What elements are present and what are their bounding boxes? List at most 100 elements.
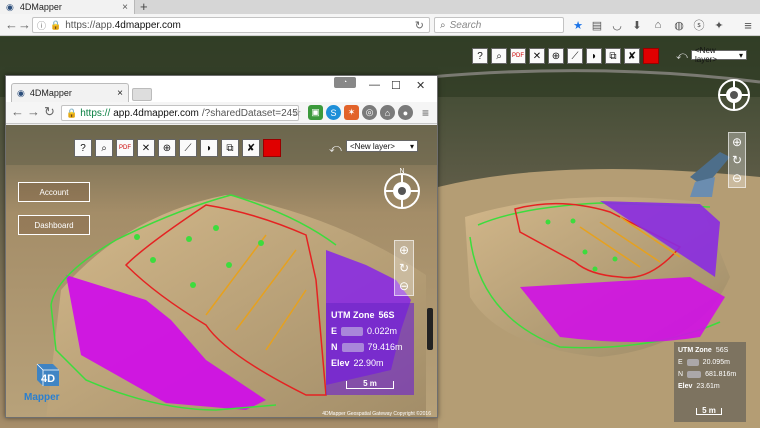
rotate-icon[interactable]: ↻ <box>399 259 409 277</box>
extension-gray-icon[interactable]: ◎ <box>362 105 377 120</box>
home-icon[interactable]: ⌂ <box>650 17 666 33</box>
help-icon[interactable]: ? <box>74 139 92 157</box>
tools-icon[interactable]: ✕ <box>529 48 545 64</box>
outer-elev-row: Elev 23.61m <box>678 383 742 390</box>
dropdown-arrow-icon: ▾ <box>738 50 743 60</box>
bookmark-star-icon[interactable]: ★ <box>570 17 586 33</box>
inner-address-bar[interactable]: 🔒 https://app.4dmapper.com/?sharedDatase… <box>61 105 299 121</box>
inner-map-view[interactable]: ? ⌕ PDF ✕ ⊕ ⟋ ◗ ⧉ ✘ ⤺ <New layer> ▾ N Acc… <box>6 125 437 417</box>
outer-elev-value: 23.61m <box>696 383 720 390</box>
lock-icon: 🔒 <box>50 19 62 30</box>
maximize-icon[interactable]: ☐ <box>391 79 401 92</box>
tools-icon[interactable]: ✕ <box>137 139 155 157</box>
inner-elev-label: Elev <box>331 358 350 368</box>
bookmark-star-icon[interactable]: ☆ <box>289 105 304 120</box>
rotate-icon[interactable]: ↻ <box>732 151 742 169</box>
skype-icon[interactable]: S <box>326 105 341 120</box>
search-icon[interactable]: ⌕ <box>491 48 507 64</box>
inner-coordinate-panel: UTM Zone 56S E 0.022m N 79.416m Elev 22.90m … <box>326 303 414 395</box>
extension-icon[interactable]: ✦ <box>711 17 727 33</box>
outer-easting-row: E 20.095m <box>678 359 742 366</box>
window-resize-handle[interactable] <box>427 308 433 350</box>
reading-list-icon[interactable]: ▤ <box>589 17 605 33</box>
outer-zoom-controls: ⊕ ↻ ⊖ <box>728 132 746 188</box>
menu-icon[interactable]: ≡ <box>418 105 433 120</box>
window-close-icon[interactable]: ✕ <box>416 79 425 92</box>
outer-compass-icon[interactable] <box>716 77 752 113</box>
point-icon[interactable]: ⊕ <box>158 139 176 157</box>
clear-icon[interactable]: ✘ <box>624 48 640 64</box>
back-arrow-icon[interactable]: ← <box>11 104 24 120</box>
forward-arrow-icon[interactable]: → <box>18 17 31 33</box>
brand-mapper-text: Mapper <box>24 392 60 403</box>
help-icon[interactable]: ? <box>472 48 488 64</box>
undo-arrow-icon[interactable]: ⤺ <box>329 141 342 156</box>
reload-icon[interactable]: ↻ <box>415 19 424 32</box>
extension-shield-icon[interactable]: ⌂ <box>380 105 395 120</box>
inner-new-tab-button[interactable] <box>132 88 152 101</box>
globe-icon: ◉ <box>6 1 14 12</box>
outer-zone-row: UTM Zone 56S <box>678 347 742 354</box>
outer-tab-strip: ◉ 4DMapper × + <box>0 0 760 14</box>
outer-tab-4dmapper[interactable]: ◉ 4DMapper × <box>0 0 135 14</box>
area-icon[interactable]: ◗ <box>586 48 602 64</box>
outer-layer-select[interactable]: <New layer> ▾ <box>691 46 747 64</box>
polyline-icon[interactable]: ⟋ <box>179 139 197 157</box>
outer-address-bar[interactable]: ⓘ 🔒 https://app.4dmapper.com ↻ <box>32 17 430 33</box>
back-arrow-icon[interactable]: ← <box>5 17 18 33</box>
record-icon[interactable] <box>643 48 659 64</box>
inner-elev-row: Elev 22.90m <box>331 358 409 368</box>
zoom-out-icon[interactable]: ⊖ <box>732 169 742 187</box>
inner-layer-select[interactable]: <New layer> ▾ <box>346 140 418 152</box>
menu-icon[interactable]: ≡ <box>740 17 756 33</box>
download-icon[interactable]: ⬇ <box>629 17 645 33</box>
outer-zone-value: 56S <box>715 347 729 354</box>
extension-green-icon[interactable]: ▣ <box>308 105 323 120</box>
minimize-icon[interactable]: — <box>369 79 380 91</box>
undo-arrow-icon[interactable]: ⤺ <box>676 50 688 63</box>
zoom-out-icon[interactable]: ⊖ <box>399 277 409 295</box>
skype-icon[interactable]: ⓢ <box>691 17 707 33</box>
inner-tab-4dmapper[interactable]: ◉ 4DMapper × <box>11 83 129 102</box>
inner-zone-value: 56S <box>378 310 395 320</box>
area-icon[interactable]: ◗ <box>200 139 218 157</box>
search-icon[interactable]: ⌕ <box>95 139 113 157</box>
forward-arrow-icon[interactable]: → <box>27 104 40 120</box>
polyline-icon[interactable]: ⟋ <box>567 48 583 64</box>
inner-url-scheme: https:// <box>80 107 111 119</box>
inner-elev-value: 22.90m <box>353 358 384 368</box>
reload-icon[interactable]: ↻ <box>44 104 55 120</box>
pdf-icon[interactable]: PDF <box>116 139 134 157</box>
outer-easting-value: 20.095m <box>702 359 730 366</box>
extension-circle-icon[interactable]: ● <box>398 105 413 120</box>
volume-icon[interactable]: ⧉ <box>221 139 239 157</box>
outer-search-input[interactable]: ⌕ Search <box>434 17 564 33</box>
profile-icon[interactable]: ◔ <box>334 77 356 88</box>
extension-orange-icon[interactable]: ✶ <box>344 105 359 120</box>
dropdown-arrow-icon: ▾ <box>409 141 414 151</box>
inner-zoom-controls: ⊕ ↻ ⊖ <box>394 240 414 296</box>
search-placeholder: Search <box>449 19 482 31</box>
pocket-icon[interactable]: ◡ <box>609 17 625 33</box>
account-button[interactable]: Account <box>18 182 90 202</box>
inner-northing-row: N 79.416m <box>331 342 409 352</box>
close-icon[interactable]: × <box>117 88 123 99</box>
inner-compass-icon[interactable]: N <box>381 165 423 211</box>
outer-url-text: https://app.4dmapper.com <box>65 19 181 31</box>
globe-icon: ◉ <box>17 87 25 98</box>
record-icon[interactable] <box>263 139 281 157</box>
svg-text:4D: 4D <box>41 373 55 385</box>
volume-icon[interactable]: ⧉ <box>605 48 621 64</box>
close-icon[interactable]: × <box>122 2 128 13</box>
zoom-in-icon[interactable]: ⊕ <box>732 133 742 151</box>
chat-icon[interactable]: ◍ <box>671 17 687 33</box>
pdf-icon[interactable]: PDF <box>510 48 526 64</box>
new-tab-button[interactable]: + <box>140 0 148 14</box>
zoom-in-icon[interactable]: ⊕ <box>399 241 409 259</box>
clear-icon[interactable]: ✘ <box>242 139 260 157</box>
inner-northing-label: N <box>331 342 338 352</box>
outer-zone-label: UTM Zone <box>678 347 712 354</box>
inner-scale-bar: 5 m <box>346 380 394 389</box>
dashboard-button[interactable]: Dashboard <box>18 215 90 235</box>
point-icon[interactable]: ⊕ <box>548 48 564 64</box>
